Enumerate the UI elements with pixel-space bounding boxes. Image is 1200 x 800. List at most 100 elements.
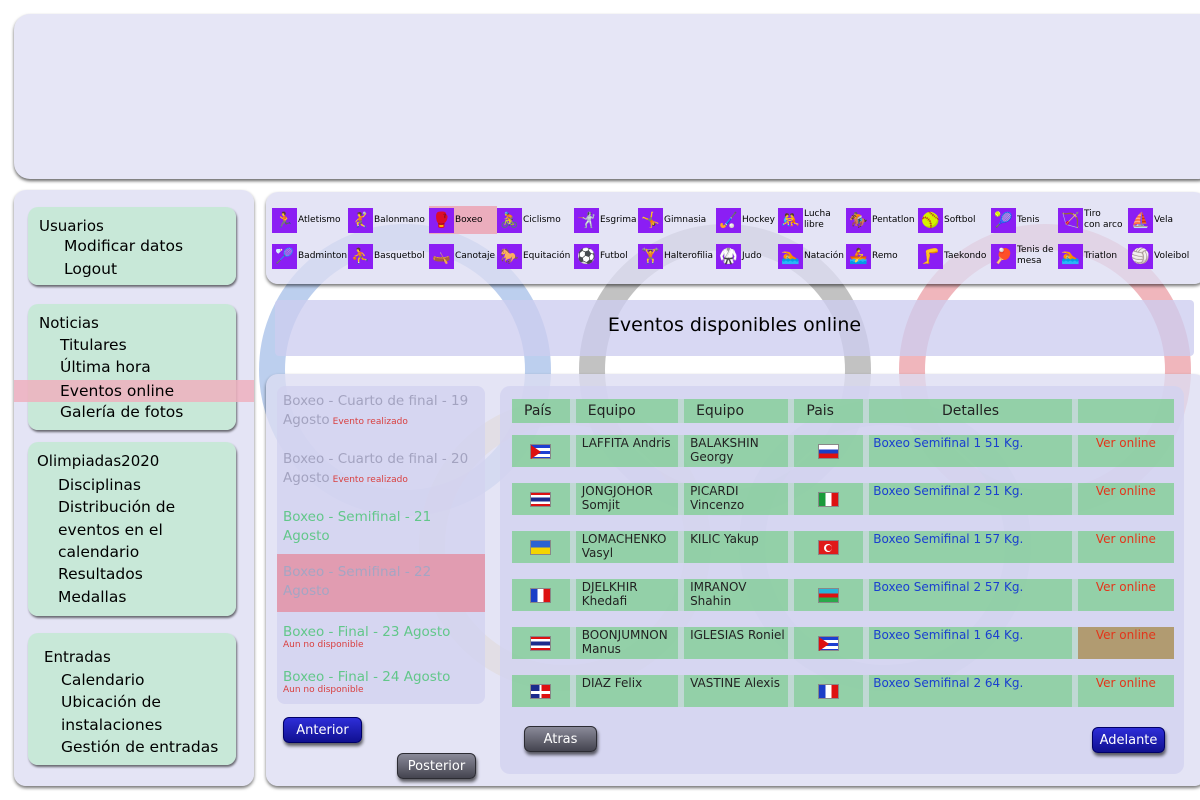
sport-handball[interactable]: 🤾 Balonmano bbox=[348, 206, 425, 234]
menu-item-modificar-datos[interactable]: Modificar datos bbox=[64, 235, 183, 258]
posterior-button[interactable]: Posterior bbox=[397, 753, 476, 779]
sport-label: Esgrima bbox=[600, 214, 637, 225]
col-pais-2: Pais bbox=[794, 399, 870, 423]
ver-online-link[interactable]: Ver online bbox=[1077, 483, 1174, 515]
sport-hockey[interactable]: 🏑 Hockey bbox=[716, 206, 775, 234]
ver-online-link[interactable]: Ver online bbox=[1077, 675, 1174, 707]
sport-rowing[interactable]: 🚣 Remo bbox=[846, 242, 898, 270]
menu-item-logout[interactable]: Logout bbox=[64, 258, 117, 281]
sport-fencing[interactable]: 🤺 Esgrima bbox=[574, 206, 637, 234]
sport-table-tennis[interactable]: 🏓 Tenis de mesa bbox=[991, 242, 1054, 270]
menu-item-gestion-entradas[interactable]: Gestión de entradas bbox=[61, 736, 218, 759]
event-details-link[interactable]: Boxeo Semifinal 2 64 Kg. bbox=[869, 675, 1078, 707]
volleyball-icon: 🏐 bbox=[1128, 243, 1153, 269]
sport-basketball[interactable]: ⛹ Basquetbol bbox=[348, 242, 425, 270]
sport-football[interactable]: ⚽ Futbol bbox=[574, 242, 628, 270]
sport-canoeing[interactable]: 🛶 Canotaje bbox=[429, 242, 495, 270]
sport-athletics[interactable]: 🏃 Atletismo bbox=[272, 206, 341, 234]
ver-online-link[interactable]: Ver online bbox=[1077, 579, 1174, 611]
sport-equestrian[interactable]: 🐎 Equitación bbox=[497, 242, 570, 270]
page-title-bar: Eventos disponibles online bbox=[275, 300, 1194, 356]
menu-item-galeria-fotos[interactable]: Galería de fotos bbox=[60, 401, 183, 424]
menu-item-ubicacion-2[interactable]: instalaciones bbox=[61, 714, 162, 737]
menu-item-titulares[interactable]: Titulares bbox=[60, 334, 127, 357]
atras-button[interactable]: Atras bbox=[524, 726, 597, 752]
sport-cycling[interactable]: 🚴 Ciclismo bbox=[497, 206, 561, 234]
sport-triathlon[interactable]: 🏊 Triatlon bbox=[1058, 242, 1117, 270]
col-detalles: Detalles bbox=[869, 399, 1078, 423]
sport-tennis[interactable]: 🎾 Tenis bbox=[991, 206, 1039, 234]
menu-item-distribucion-3[interactable]: calendario bbox=[58, 541, 139, 564]
anterior-button[interactable]: Anterior bbox=[283, 717, 362, 743]
event-details-link[interactable]: Boxeo Semifinal 1 51 Kg. bbox=[869, 435, 1078, 467]
sport-wrestling[interactable]: 🤼 Lucha libre bbox=[778, 206, 831, 234]
country-flag-1 bbox=[512, 627, 576, 659]
menu-item-ubicacion-1[interactable]: Ubicación de bbox=[61, 691, 161, 714]
table-tennis-icon: 🏓 bbox=[991, 243, 1016, 269]
country-flag-2 bbox=[794, 435, 870, 467]
menu-item-distribucion-1[interactable]: Distribución de bbox=[58, 496, 175, 519]
pentathlon-icon: 🏇 bbox=[846, 207, 871, 233]
sailing-icon: ⛵ bbox=[1128, 207, 1153, 233]
sport-label: Tiro con arco bbox=[1084, 209, 1123, 230]
menu-item-eventos-online[interactable]: Eventos online bbox=[14, 380, 254, 402]
ver-online-link[interactable]: Ver online bbox=[1077, 435, 1174, 467]
flag-thailand-icon bbox=[530, 635, 552, 651]
row-spacer bbox=[512, 563, 1174, 579]
sport-archery[interactable]: 🏹 Tiro con arco bbox=[1058, 206, 1123, 234]
row-spacer bbox=[512, 423, 1174, 435]
menu-item-disciplinas[interactable]: Disciplinas bbox=[58, 474, 141, 497]
country-flag-2 bbox=[794, 675, 870, 707]
cycling-icon: 🚴 bbox=[497, 207, 522, 233]
menu-item-calendario[interactable]: Calendario bbox=[61, 669, 145, 692]
sport-label: Tenis bbox=[1017, 214, 1040, 225]
sport-badminton[interactable]: 🏸 Badminton bbox=[272, 242, 347, 270]
sport-taekwondo[interactable]: 🦵 Taekondo bbox=[918, 242, 986, 270]
table-row: DIAZ Felix VASTINE Alexis Boxeo Semifinal … bbox=[512, 675, 1174, 707]
left-sidebar: Usuarios Modificar datos Logout Noticias… bbox=[14, 190, 254, 786]
taekwondo-icon: 🦵 bbox=[918, 243, 943, 269]
adelante-button[interactable]: Adelante bbox=[1092, 727, 1165, 753]
event-details-link[interactable]: Boxeo Semifinal 2 57 Kg. bbox=[869, 579, 1078, 611]
table-row: BOONJUMNON Manus IGLESIAS Roniel Boxeo Sem… bbox=[512, 627, 1174, 659]
sport-swimming[interactable]: 🏊 Natación bbox=[778, 242, 844, 270]
event-item[interactable]: Boxeo - Semifinal - 22 Agosto bbox=[277, 554, 485, 612]
event-details-link[interactable]: Boxeo Semifinal 1 57 Kg. bbox=[869, 531, 1078, 563]
event-details-link[interactable]: Boxeo Semifinal 1 64 Kg. bbox=[869, 627, 1078, 659]
menu-item-medallas[interactable]: Medallas bbox=[58, 586, 126, 609]
flag-cuba-icon bbox=[818, 635, 840, 651]
table-row: JONGJOHOR Somjit PICARDI Vincenzo Boxeo Se… bbox=[512, 483, 1174, 515]
event-item[interactable]: Boxeo - Cuarto de final - 19 Agosto Event… bbox=[277, 392, 485, 444]
menu-item-distribucion-2[interactable]: eventos en el bbox=[58, 519, 163, 542]
event-item[interactable]: Boxeo - Cuarto de final - 20 Agosto Event… bbox=[277, 450, 485, 502]
event-item[interactable]: Boxeo - Final - 24 Agosto Aun no disponib… bbox=[277, 668, 485, 708]
sport-weightlifting[interactable]: 🏋 Halterofilia bbox=[638, 242, 713, 270]
sport-softball[interactable]: 🥎 Softbol bbox=[918, 206, 975, 234]
sport-volleyball[interactable]: 🏐 Voleibol bbox=[1128, 242, 1189, 270]
menu-item-resultados[interactable]: Resultados bbox=[58, 563, 143, 586]
country-flag-2 bbox=[794, 483, 870, 515]
event-item[interactable]: Boxeo - Semifinal - 21 Agosto bbox=[277, 508, 485, 554]
ver-online-link[interactable]: Ver online bbox=[1077, 627, 1174, 659]
fencing-icon: 🤺 bbox=[574, 207, 599, 233]
sport-pentathlon[interactable]: 🏇 Pentatlon bbox=[846, 206, 915, 234]
boxing-icon: 🥊 bbox=[429, 207, 454, 233]
sport-gymnastics[interactable]: 🤸 Gimnasia bbox=[638, 206, 706, 234]
country-flag-1 bbox=[512, 435, 576, 467]
sport-label: Tenis de mesa bbox=[1017, 245, 1054, 266]
spacer bbox=[512, 467, 1174, 483]
row-spacer bbox=[512, 467, 1174, 483]
menu-item-ultima-hora[interactable]: Última hora bbox=[60, 356, 151, 379]
sport-judo[interactable]: 🥋 Judo bbox=[716, 242, 762, 270]
ver-online-link[interactable]: Ver online bbox=[1077, 531, 1174, 563]
event-item[interactable]: Boxeo - Final - 23 Agosto Aun no disponib… bbox=[277, 623, 485, 663]
country-flag-1 bbox=[512, 579, 576, 611]
flag-russia-icon bbox=[818, 443, 840, 459]
sport-sailing[interactable]: ⛵ Vela bbox=[1128, 206, 1173, 234]
sport-label: Equitación bbox=[523, 250, 571, 261]
event-details-link[interactable]: Boxeo Semifinal 2 51 Kg. bbox=[869, 483, 1078, 515]
flag-dominican-republic-icon bbox=[530, 683, 552, 699]
event-title: Boxeo - Semifinal - 21 Agosto bbox=[283, 509, 432, 544]
menu-entradas: Entradas Calendario Ubicación de instala… bbox=[28, 633, 236, 765]
sport-boxing[interactable]: 🥊 Boxeo bbox=[429, 206, 497, 234]
